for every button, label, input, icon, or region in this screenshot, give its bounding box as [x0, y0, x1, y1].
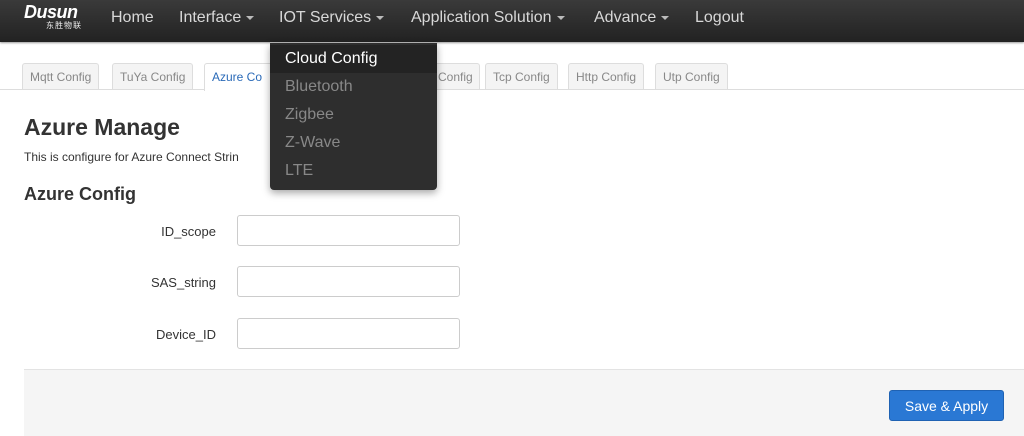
- nav-interface-label: Interface: [179, 9, 242, 26]
- form-actions-bar: Save & Apply: [24, 369, 1024, 436]
- caret-down-icon: [246, 15, 255, 20]
- section-title: Azure Config: [24, 184, 136, 204]
- brand-logo[interactable]: Dusun 东胜物联: [24, 3, 84, 37]
- menu-item-z-wave[interactable]: Z-Wave: [270, 129, 437, 157]
- nav-iot-services-label: IOT Services: [279, 9, 372, 26]
- sas-string-input[interactable]: [237, 266, 460, 297]
- sas-string-label: SAS_string: [150, 275, 216, 290]
- iot-services-dropdown: Cloud Config Bluetooth Zigbee Z-Wave LTE: [270, 43, 437, 190]
- nav-interface[interactable]: Interface: [179, 0, 255, 36]
- tab-mqtt-config[interactable]: Mqtt Config: [22, 63, 100, 89]
- brand-subtitle: 东胜物联: [46, 21, 82, 30]
- nav-application-solution-label: Application Solution: [411, 9, 552, 26]
- save-apply-button[interactable]: Save & Apply: [889, 390, 1004, 421]
- menu-item-zigbee[interactable]: Zigbee: [270, 101, 437, 129]
- tab-partial-config[interactable]: Config: [436, 63, 480, 89]
- nav-application-solution[interactable]: Application Solution: [411, 0, 565, 36]
- tab-tcp-config[interactable]: Tcp Config: [485, 63, 558, 89]
- nav-home[interactable]: Home: [111, 0, 154, 36]
- nav-advance[interactable]: Advance: [594, 0, 670, 36]
- menu-item-lte[interactable]: LTE: [270, 157, 437, 185]
- menu-item-bluetooth[interactable]: Bluetooth: [270, 73, 437, 101]
- device-id-label: Device_ID: [156, 327, 216, 342]
- caret-down-icon: [556, 15, 565, 20]
- tab-tuya-config[interactable]: TuYa Config: [112, 63, 194, 89]
- id-scope-input[interactable]: [237, 215, 460, 246]
- id-scope-label: ID_scope: [161, 224, 216, 239]
- page-title: Azure Manage: [24, 114, 180, 140]
- nav-advance-label: Advance: [594, 9, 657, 26]
- nav-logout[interactable]: Logout: [695, 0, 744, 36]
- nav-logout-label: Logout: [695, 9, 744, 26]
- caret-down-icon: [376, 15, 385, 20]
- nav-iot-services[interactable]: IOT Services: [279, 0, 385, 36]
- caret-down-icon: [661, 15, 670, 20]
- top-navbar: Dusun 东胜物联 Home Interface IOT Services A…: [0, 0, 1024, 42]
- brand-name: Dusun: [24, 2, 78, 22]
- page-description: This is configure for Azure Connect Stri…: [24, 150, 239, 164]
- menu-item-cloud-config[interactable]: Cloud Config: [270, 45, 437, 73]
- nav-home-label: Home: [111, 9, 154, 26]
- tab-utp-config[interactable]: Utp Config: [655, 63, 728, 89]
- tab-azure-config[interactable]: Azure Co: [204, 63, 274, 91]
- tab-http-config[interactable]: Http Config: [568, 63, 645, 89]
- device-id-input[interactable]: [237, 318, 460, 349]
